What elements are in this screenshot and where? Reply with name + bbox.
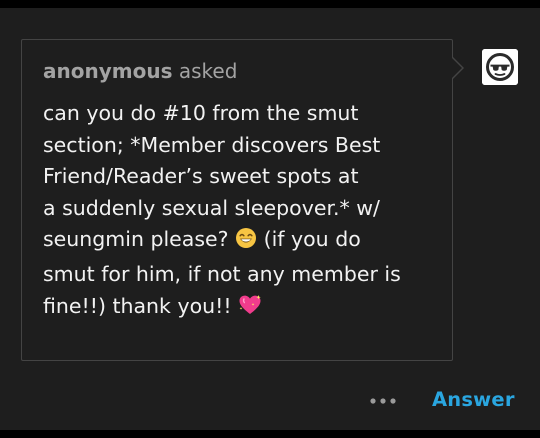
bubble-pointer-fill <box>452 58 462 78</box>
question-line: Friend/Reader’s sweet spots at <box>43 164 359 189</box>
ask-bubble: anonymous asked can you do #10 from the … <box>21 39 453 361</box>
question-line: fine!!) thank you!! <box>43 293 239 318</box>
question-text: can you do #10 from the smut section; *Me… <box>43 98 439 325</box>
ellipsis-icon <box>370 398 396 404</box>
more-options-button[interactable] <box>368 389 400 413</box>
sparkling-heart-icon <box>238 294 262 326</box>
sunglasses-logo-icon <box>482 49 518 85</box>
question-line: can you do #10 from the smut <box>43 101 359 125</box>
question-line: smut for him, if not any member is <box>43 261 401 286</box>
asker-name: anonymous <box>43 59 173 83</box>
question-line: seungmin please? <box>43 227 236 252</box>
ask-post-panel: anonymous asked can you do #10 from the … <box>0 8 540 430</box>
asked-label: asked <box>178 59 238 83</box>
answer-button[interactable]: Answer <box>432 387 515 413</box>
question-line: section; *Member discovers Best <box>43 132 381 157</box>
question-line: a suddenly sexual sleepover.* w/ <box>43 195 380 220</box>
question-line: (if you do <box>263 227 361 252</box>
avatar[interactable] <box>482 49 518 85</box>
post-footer: Answer <box>0 386 540 416</box>
bottom-edge <box>0 430 540 438</box>
grinning-face-icon <box>235 227 257 259</box>
asker-line: anonymous asked <box>43 58 237 84</box>
